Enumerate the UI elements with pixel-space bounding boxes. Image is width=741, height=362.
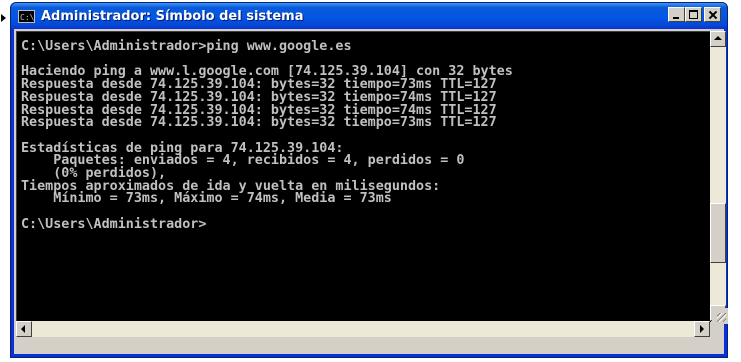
console-text[interactable]: C:\Users\Administrador>ping www.google.e… [17, 32, 711, 232]
arrow-left-icon [21, 325, 25, 333]
vertical-scroll-thumb[interactable] [710, 203, 726, 263]
console-line: C:\Users\Administrador> [21, 216, 207, 232]
vertical-scrollbar[interactable] [710, 31, 726, 321]
command-prompt-window: C:\ Administrador: Símbolo del sistema C… [10, 2, 728, 358]
list-bullet [1, 14, 6, 22]
console-icon[interactable]: C:\ [18, 9, 35, 23]
console-line: Mínimo = 73ms, Máximo = 74ms, Media = 73… [21, 191, 392, 207]
close-button[interactable] [704, 7, 721, 22]
arrow-up-icon [714, 36, 722, 40]
maximize-button[interactable] [685, 7, 702, 22]
title-bar[interactable]: C:\ Administrador: Símbolo del sistema [11, 3, 727, 29]
console-output[interactable]: C:\Users\Administrador>ping www.google.e… [16, 31, 711, 322]
window-title: Administrador: Símbolo del sistema [41, 8, 304, 24]
console-line: Respuesta desde 74.125.39.104: bytes=32 … [21, 115, 497, 131]
window-client-area: C:\Users\Administrador>ping www.google.e… [14, 29, 726, 354]
scroll-left-button[interactable] [16, 321, 32, 337]
horizontal-scrollbar[interactable] [16, 321, 710, 337]
minimize-button[interactable] [668, 7, 685, 22]
arrow-right-icon [700, 325, 704, 333]
console-line: C:\Users\Administrador>ping www.google.e… [21, 39, 352, 54]
scroll-up-button[interactable] [710, 31, 726, 47]
scroll-right-button[interactable] [694, 321, 710, 337]
window-controls [668, 7, 721, 22]
resize-grip[interactable] [712, 308, 728, 324]
